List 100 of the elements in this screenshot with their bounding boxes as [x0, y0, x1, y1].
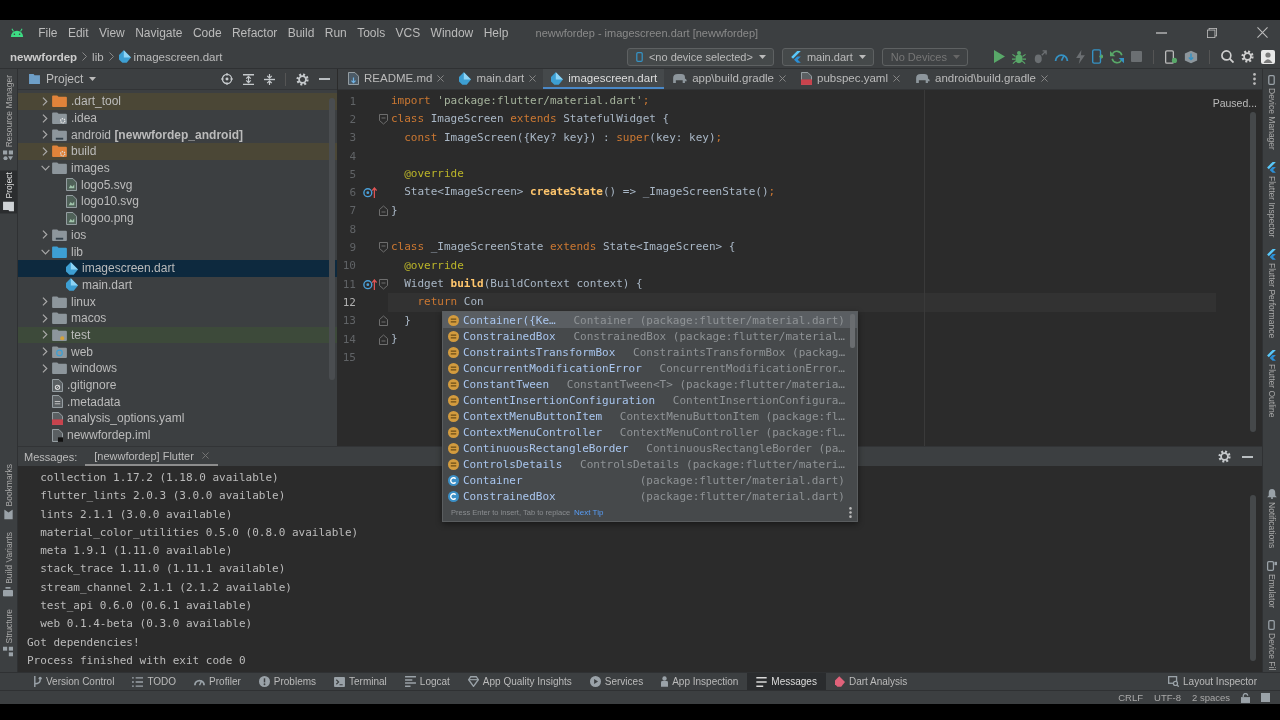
next-tip-link[interactable]: Next Tip	[574, 508, 604, 517]
status-item[interactable]: 2 spaces	[1191, 692, 1230, 703]
editor-tab[interactable]: main.dart	[451, 69, 544, 89]
settings-icon[interactable]	[1241, 50, 1254, 63]
menu-item[interactable]: Window	[425, 25, 479, 40]
status-item[interactable]: UTF-8	[1154, 692, 1181, 703]
tree-item[interactable]: linux	[18, 293, 337, 310]
close-icon[interactable]	[529, 74, 537, 82]
sync-icon[interactable]	[1110, 49, 1124, 64]
editor-tab[interactable]: imagescreen.dart	[543, 69, 665, 89]
completion-item[interactable]: ConcurrentModificationError ConcurrentModificationError…	[443, 360, 857, 376]
tool-window-button[interactable]: Terminal	[325, 673, 396, 690]
scrollbar-thumb[interactable]	[329, 98, 335, 380]
tree-item[interactable]: newwfordep.iml	[18, 426, 337, 444]
tree-item[interactable]: .gitignore	[18, 376, 337, 394]
tree-item[interactable]: logo10.svg	[18, 193, 337, 210]
menu-item[interactable]: View	[93, 25, 130, 40]
close-icon[interactable]	[779, 74, 786, 82]
editor-tab[interactable]: README.md	[340, 69, 452, 89]
tool-window-button[interactable]: Layout Inspector	[1159, 673, 1266, 690]
more-icon[interactable]	[1253, 73, 1256, 85]
close-icon[interactable]	[437, 74, 445, 82]
tool-window-button[interactable]: Logcat	[395, 673, 459, 690]
lock-icon[interactable]	[1241, 692, 1250, 703]
tool-window-button[interactable]: Flutter Inspector	[1263, 159, 1280, 240]
panel-tab[interactable]: [newwfordep] Flutter	[85, 447, 218, 466]
tool-window-button[interactable]: Project	[0, 170, 17, 214]
editor-tab[interactable]: app\build.gradle	[664, 69, 793, 89]
tree-item[interactable]: ios	[18, 226, 337, 244]
device-dropdown[interactable]: <no device selected>	[626, 47, 774, 66]
tool-window-button[interactable]: App Quality Insights	[458, 673, 581, 690]
more-icon[interactable]	[849, 507, 852, 518]
ring-arrow-icon[interactable]	[363, 278, 377, 290]
tree-item[interactable]: android [newwfordep_android]	[18, 126, 337, 144]
close-icon[interactable]	[1041, 74, 1048, 82]
fold-icon[interactable]	[378, 113, 388, 125]
tool-window-button[interactable]: TODO	[123, 673, 186, 690]
tool-window-button[interactable]: Device Manager	[1263, 73, 1280, 152]
minimize-icon[interactable]	[1242, 455, 1253, 458]
close-icon[interactable]	[1257, 27, 1268, 38]
tree-item[interactable]: main.dart	[18, 276, 337, 294]
menu-item[interactable]: Help	[478, 25, 514, 40]
tool-window-button[interactable]: Flutter Performance	[1263, 247, 1280, 341]
tree-item[interactable]: images	[18, 159, 337, 177]
menu-item[interactable]: Refactor	[226, 25, 283, 40]
settings-icon[interactable]	[1218, 450, 1231, 463]
package-icon[interactable]	[1184, 49, 1198, 64]
expand-all-icon[interactable]	[243, 73, 254, 85]
tree-item[interactable]: analysis_options.yaml	[18, 410, 337, 427]
menu-item[interactable]: Navigate	[129, 25, 188, 40]
completion-item[interactable]: ConstraintsTransformBox ConstraintsTransformBox (packag…	[443, 344, 857, 360]
collapse-all-icon[interactable]	[264, 73, 275, 85]
tool-window-button[interactable]: Flutter Outline	[1263, 348, 1280, 420]
tree-item[interactable]: windows	[18, 360, 337, 377]
editor-tab[interactable]: pubspec.yaml	[793, 69, 907, 89]
tree-item[interactable]: .idea	[18, 109, 337, 127]
scrollbar-thumb[interactable]	[1250, 112, 1256, 432]
breadcrumb[interactable]: imagescreen.dart	[118, 50, 223, 63]
menu-item[interactable]: Edit	[62, 25, 94, 40]
tree-item[interactable]: macos	[18, 309, 337, 327]
restore-icon[interactable]	[1207, 27, 1217, 38]
tool-window-button[interactable]: App Inspection	[652, 673, 748, 690]
run-configuration-dropdown[interactable]: main.dart	[781, 47, 874, 66]
tool-window-button[interactable]: Build Variants	[0, 529, 17, 599]
tree-item[interactable]: web	[18, 343, 337, 360]
completion-item[interactable]: ConstantTween ConstantTween<T> (package:flutter/materia…	[443, 376, 857, 392]
tree-item[interactable]: test	[18, 326, 337, 344]
scrollbar-thumb[interactable]	[1250, 495, 1256, 661]
close-icon[interactable]	[893, 74, 900, 82]
completion-item[interactable]: ConstrainedBox (package:flutter/material.dart)	[443, 488, 857, 504]
tool-window-button[interactable]: Structure	[0, 606, 17, 658]
tree-item[interactable]: imagescreen.dart	[18, 259, 337, 277]
bug-icon[interactable]	[1012, 49, 1026, 64]
breadcrumb[interactable]: newwfordep	[10, 50, 78, 63]
completion-item[interactable]: ContextMenuController ContextMenuController (package:fl…	[443, 424, 857, 440]
menu-item[interactable]: VCS	[390, 25, 426, 40]
tool-window-button[interactable]: Device Fil	[1263, 617, 1280, 672]
tree-item[interactable]: logo5.svg	[18, 176, 337, 194]
completion-item[interactable]: ContextMenuButtonItem ContextMenuButtonItem (package:fl…	[443, 408, 857, 424]
tree-item[interactable]: lib	[18, 243, 337, 260]
tool-window-button[interactable]: Dart Analysis	[825, 673, 917, 690]
settings-icon[interactable]	[296, 72, 309, 86]
run-icon[interactable]	[994, 50, 1005, 63]
menu-item[interactable]: Code	[187, 25, 227, 40]
crosshair-icon[interactable]	[221, 73, 233, 85]
scrollbar-thumb[interactable]	[850, 314, 855, 348]
device-icon[interactable]	[1165, 49, 1177, 64]
menu-item[interactable]: File	[33, 25, 63, 40]
tool-window-button[interactable]: Profiler	[185, 673, 250, 690]
tool-window-button[interactable]: Bookmarks	[0, 462, 17, 522]
completion-item[interactable]: ContentInsertionConfiguration ContentInsertionConfigura…	[443, 392, 857, 408]
editor-tab[interactable]: android\build.gradle	[907, 69, 1055, 89]
close-icon[interactable]	[201, 452, 209, 459]
tool-window-button[interactable]: Version Control	[24, 673, 124, 690]
fold-icon[interactable]	[378, 333, 388, 345]
avatar-icon[interactable]	[1261, 49, 1275, 64]
ring-arrow-icon[interactable]	[363, 187, 377, 199]
fold-icon[interactable]	[378, 242, 388, 253]
breadcrumb[interactable]: lib	[92, 50, 104, 63]
status-item[interactable]: CRLF	[1118, 692, 1144, 703]
